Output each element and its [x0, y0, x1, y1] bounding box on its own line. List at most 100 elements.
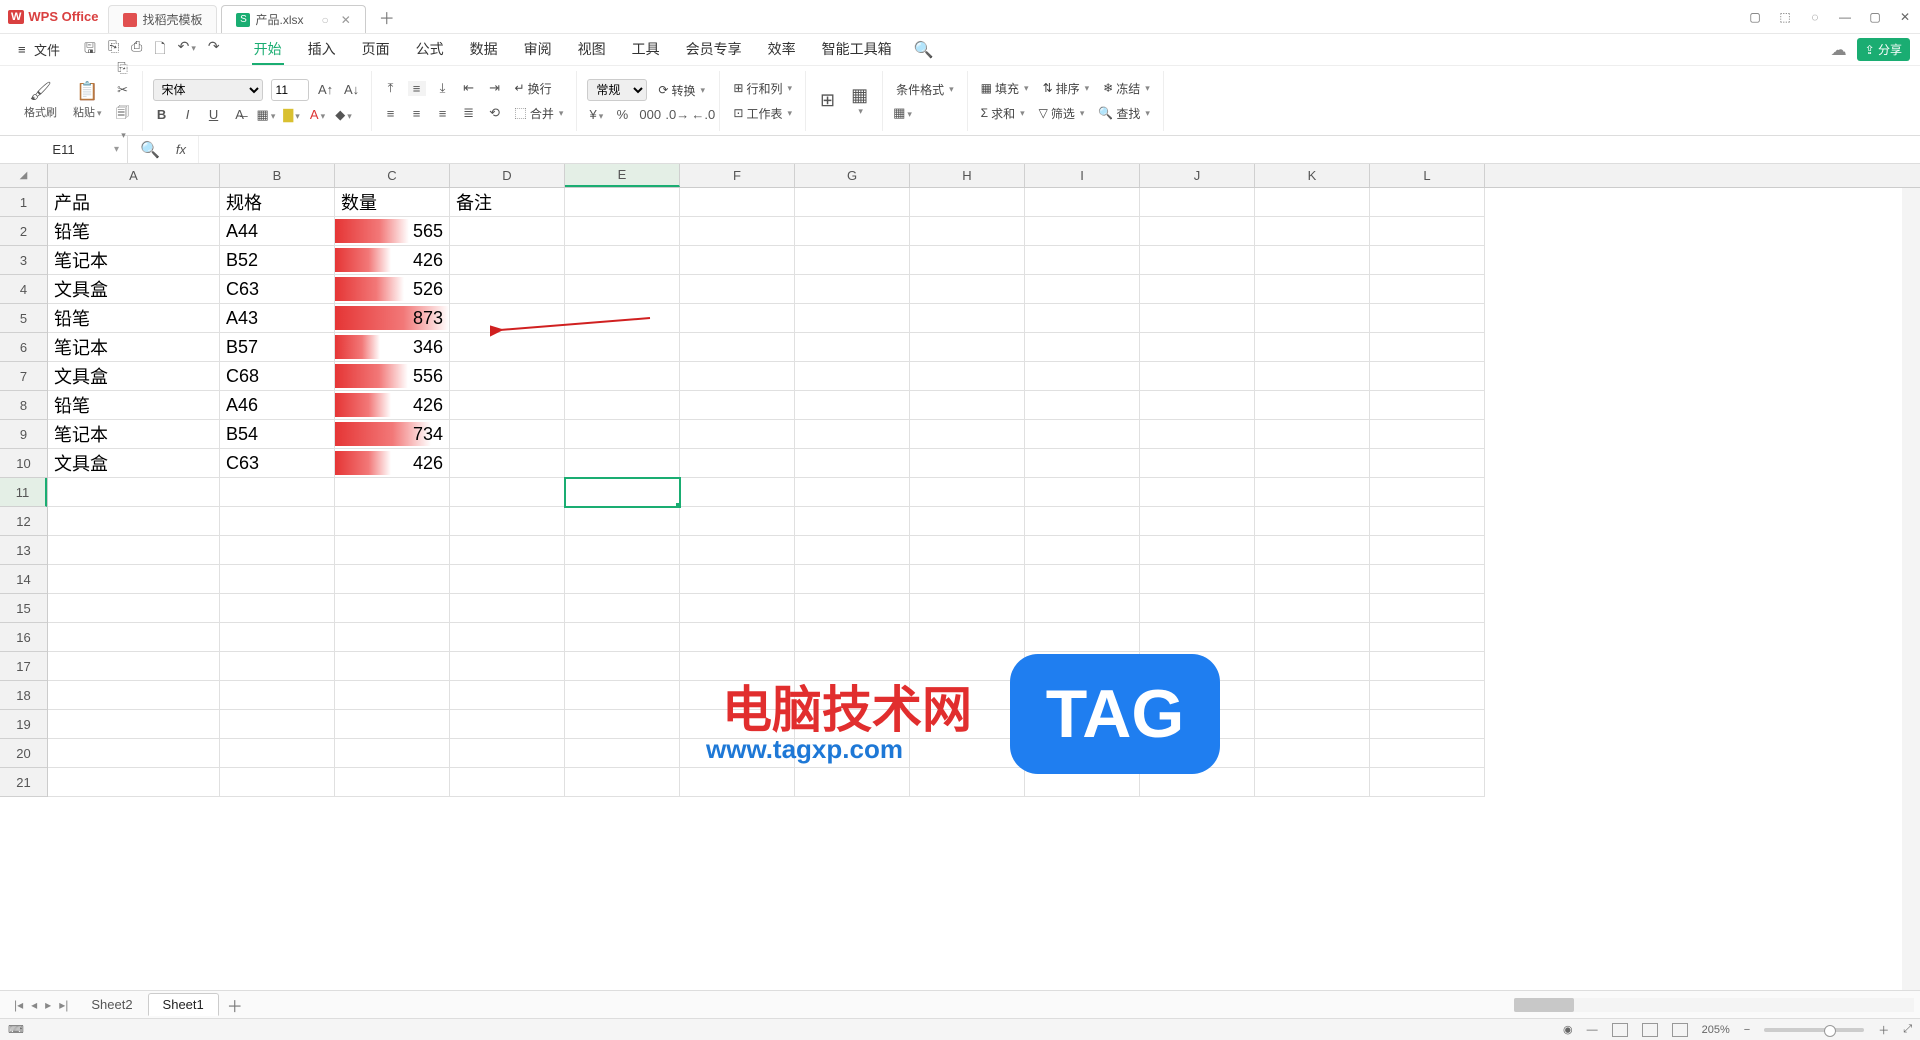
cell-G9[interactable]: [795, 420, 910, 449]
cell-F16[interactable]: [680, 623, 795, 652]
cell-F7[interactable]: [680, 362, 795, 391]
align-left-icon[interactable]: ≡: [382, 106, 400, 121]
cell-H5[interactable]: [910, 304, 1025, 333]
sheet-tab-Sheet1[interactable]: Sheet1: [148, 993, 219, 1016]
cell-J2[interactable]: [1140, 217, 1255, 246]
cell-K1[interactable]: [1255, 188, 1370, 217]
cell-J8[interactable]: [1140, 391, 1255, 420]
cell-C7[interactable]: 556: [335, 362, 450, 391]
cell-E6[interactable]: [565, 333, 680, 362]
cell-C3[interactable]: 426: [335, 246, 450, 275]
border-icon[interactable]: ▦: [257, 107, 275, 123]
row-header-10[interactable]: 10: [0, 449, 47, 478]
cell-A18[interactable]: [48, 681, 220, 710]
fill-button[interactable]: ▦ 填充: [978, 79, 1032, 98]
cell-L18[interactable]: [1370, 681, 1485, 710]
effects-icon[interactable]: ◆: [335, 107, 353, 123]
row-header-1[interactable]: 1: [0, 188, 47, 217]
row-header-17[interactable]: 17: [0, 652, 47, 681]
cut-icon[interactable]: ✂: [114, 82, 132, 98]
cell-E5[interactable]: [565, 304, 680, 333]
cell-L14[interactable]: [1370, 565, 1485, 594]
col-header-A[interactable]: A: [48, 164, 220, 187]
cell-D17[interactable]: [450, 652, 565, 681]
fullscreen-icon[interactable]: ⤢: [1903, 1023, 1912, 1036]
cell-J4[interactable]: [1140, 275, 1255, 304]
cell-J7[interactable]: [1140, 362, 1255, 391]
cell-C9[interactable]: 734: [335, 420, 450, 449]
cell-H14[interactable]: [910, 565, 1025, 594]
cell-I10[interactable]: [1025, 449, 1140, 478]
row-header-2[interactable]: 2: [0, 217, 47, 246]
paste-button[interactable]: 📋粘贴: [69, 81, 106, 120]
cell-B19[interactable]: [220, 710, 335, 739]
cell-F13[interactable]: [680, 536, 795, 565]
cell-J12[interactable]: [1140, 507, 1255, 536]
cell-K16[interactable]: [1255, 623, 1370, 652]
file-menu[interactable]: ≡文件: [10, 37, 68, 62]
cell-A21[interactable]: [48, 768, 220, 797]
cell-G5[interactable]: [795, 304, 910, 333]
cell-A7[interactable]: 文具盒: [48, 362, 220, 391]
cell-E2[interactable]: [565, 217, 680, 246]
cell-A10[interactable]: 文具盒: [48, 449, 220, 478]
cell-J15[interactable]: [1140, 594, 1255, 623]
cell-F9[interactable]: [680, 420, 795, 449]
cell-B20[interactable]: [220, 739, 335, 768]
cell-G3[interactable]: [795, 246, 910, 275]
italic-icon[interactable]: I: [179, 107, 197, 122]
cell-E16[interactable]: [565, 623, 680, 652]
cell-F4[interactable]: [680, 275, 795, 304]
cell-L7[interactable]: [1370, 362, 1485, 391]
cell-D16[interactable]: [450, 623, 565, 652]
freeze-button[interactable]: ❄ 冻结: [1100, 79, 1153, 98]
zoom-in-icon[interactable]: ＋: [1878, 1022, 1889, 1038]
col-header-K[interactable]: K: [1255, 164, 1370, 187]
zoom-out-icon[interactable]: −: [1744, 1024, 1750, 1036]
cell-G13[interactable]: [795, 536, 910, 565]
cell-I8[interactable]: [1025, 391, 1140, 420]
cell-B7[interactable]: C68: [220, 362, 335, 391]
cell-D1[interactable]: 备注: [450, 188, 565, 217]
cell-H4[interactable]: [910, 275, 1025, 304]
fx-icon[interactable]: fx: [170, 142, 186, 157]
row-header-5[interactable]: 5: [0, 304, 47, 333]
cell-D4[interactable]: [450, 275, 565, 304]
cell-F2[interactable]: [680, 217, 795, 246]
cell-C6[interactable]: 346: [335, 333, 450, 362]
normal-view-icon[interactable]: [1612, 1023, 1628, 1037]
align-center-icon[interactable]: ≡: [408, 106, 426, 121]
cell-B1[interactable]: 规格: [220, 188, 335, 217]
cell-F10[interactable]: [680, 449, 795, 478]
menu-tab-开始[interactable]: 开始: [252, 35, 284, 65]
row-header-11[interactable]: 11: [0, 478, 47, 507]
cell-G11[interactable]: [795, 478, 910, 507]
cell-K6[interactable]: [1255, 333, 1370, 362]
row-header-19[interactable]: 19: [0, 710, 47, 739]
cell-H9[interactable]: [910, 420, 1025, 449]
cell-J5[interactable]: [1140, 304, 1255, 333]
cell-G7[interactable]: [795, 362, 910, 391]
cell-K2[interactable]: [1255, 217, 1370, 246]
cell-F3[interactable]: [680, 246, 795, 275]
menu-tab-数据[interactable]: 数据: [468, 35, 500, 65]
decrease-font-icon[interactable]: A↓: [343, 82, 361, 97]
merge-button[interactable]: ⬚ 合并: [512, 104, 567, 123]
bold-icon[interactable]: B: [153, 107, 171, 122]
cell-C16[interactable]: [335, 623, 450, 652]
cell-A4[interactable]: 文具盒: [48, 275, 220, 304]
decrease-decimal-icon[interactable]: ←.0: [691, 107, 709, 122]
cell-L13[interactable]: [1370, 536, 1485, 565]
cell-K10[interactable]: [1255, 449, 1370, 478]
cell-F8[interactable]: [680, 391, 795, 420]
menu-tab-审阅[interactable]: 审阅: [522, 35, 554, 65]
cell-I3[interactable]: [1025, 246, 1140, 275]
cell-C8[interactable]: 426: [335, 391, 450, 420]
cell-L5[interactable]: [1370, 304, 1485, 333]
row-header-18[interactable]: 18: [0, 681, 47, 710]
cell-C10[interactable]: 426: [335, 449, 450, 478]
cell-B9[interactable]: B54: [220, 420, 335, 449]
cell-J6[interactable]: [1140, 333, 1255, 362]
dash-icon[interactable]: —: [1587, 1024, 1598, 1036]
cell-H2[interactable]: [910, 217, 1025, 246]
